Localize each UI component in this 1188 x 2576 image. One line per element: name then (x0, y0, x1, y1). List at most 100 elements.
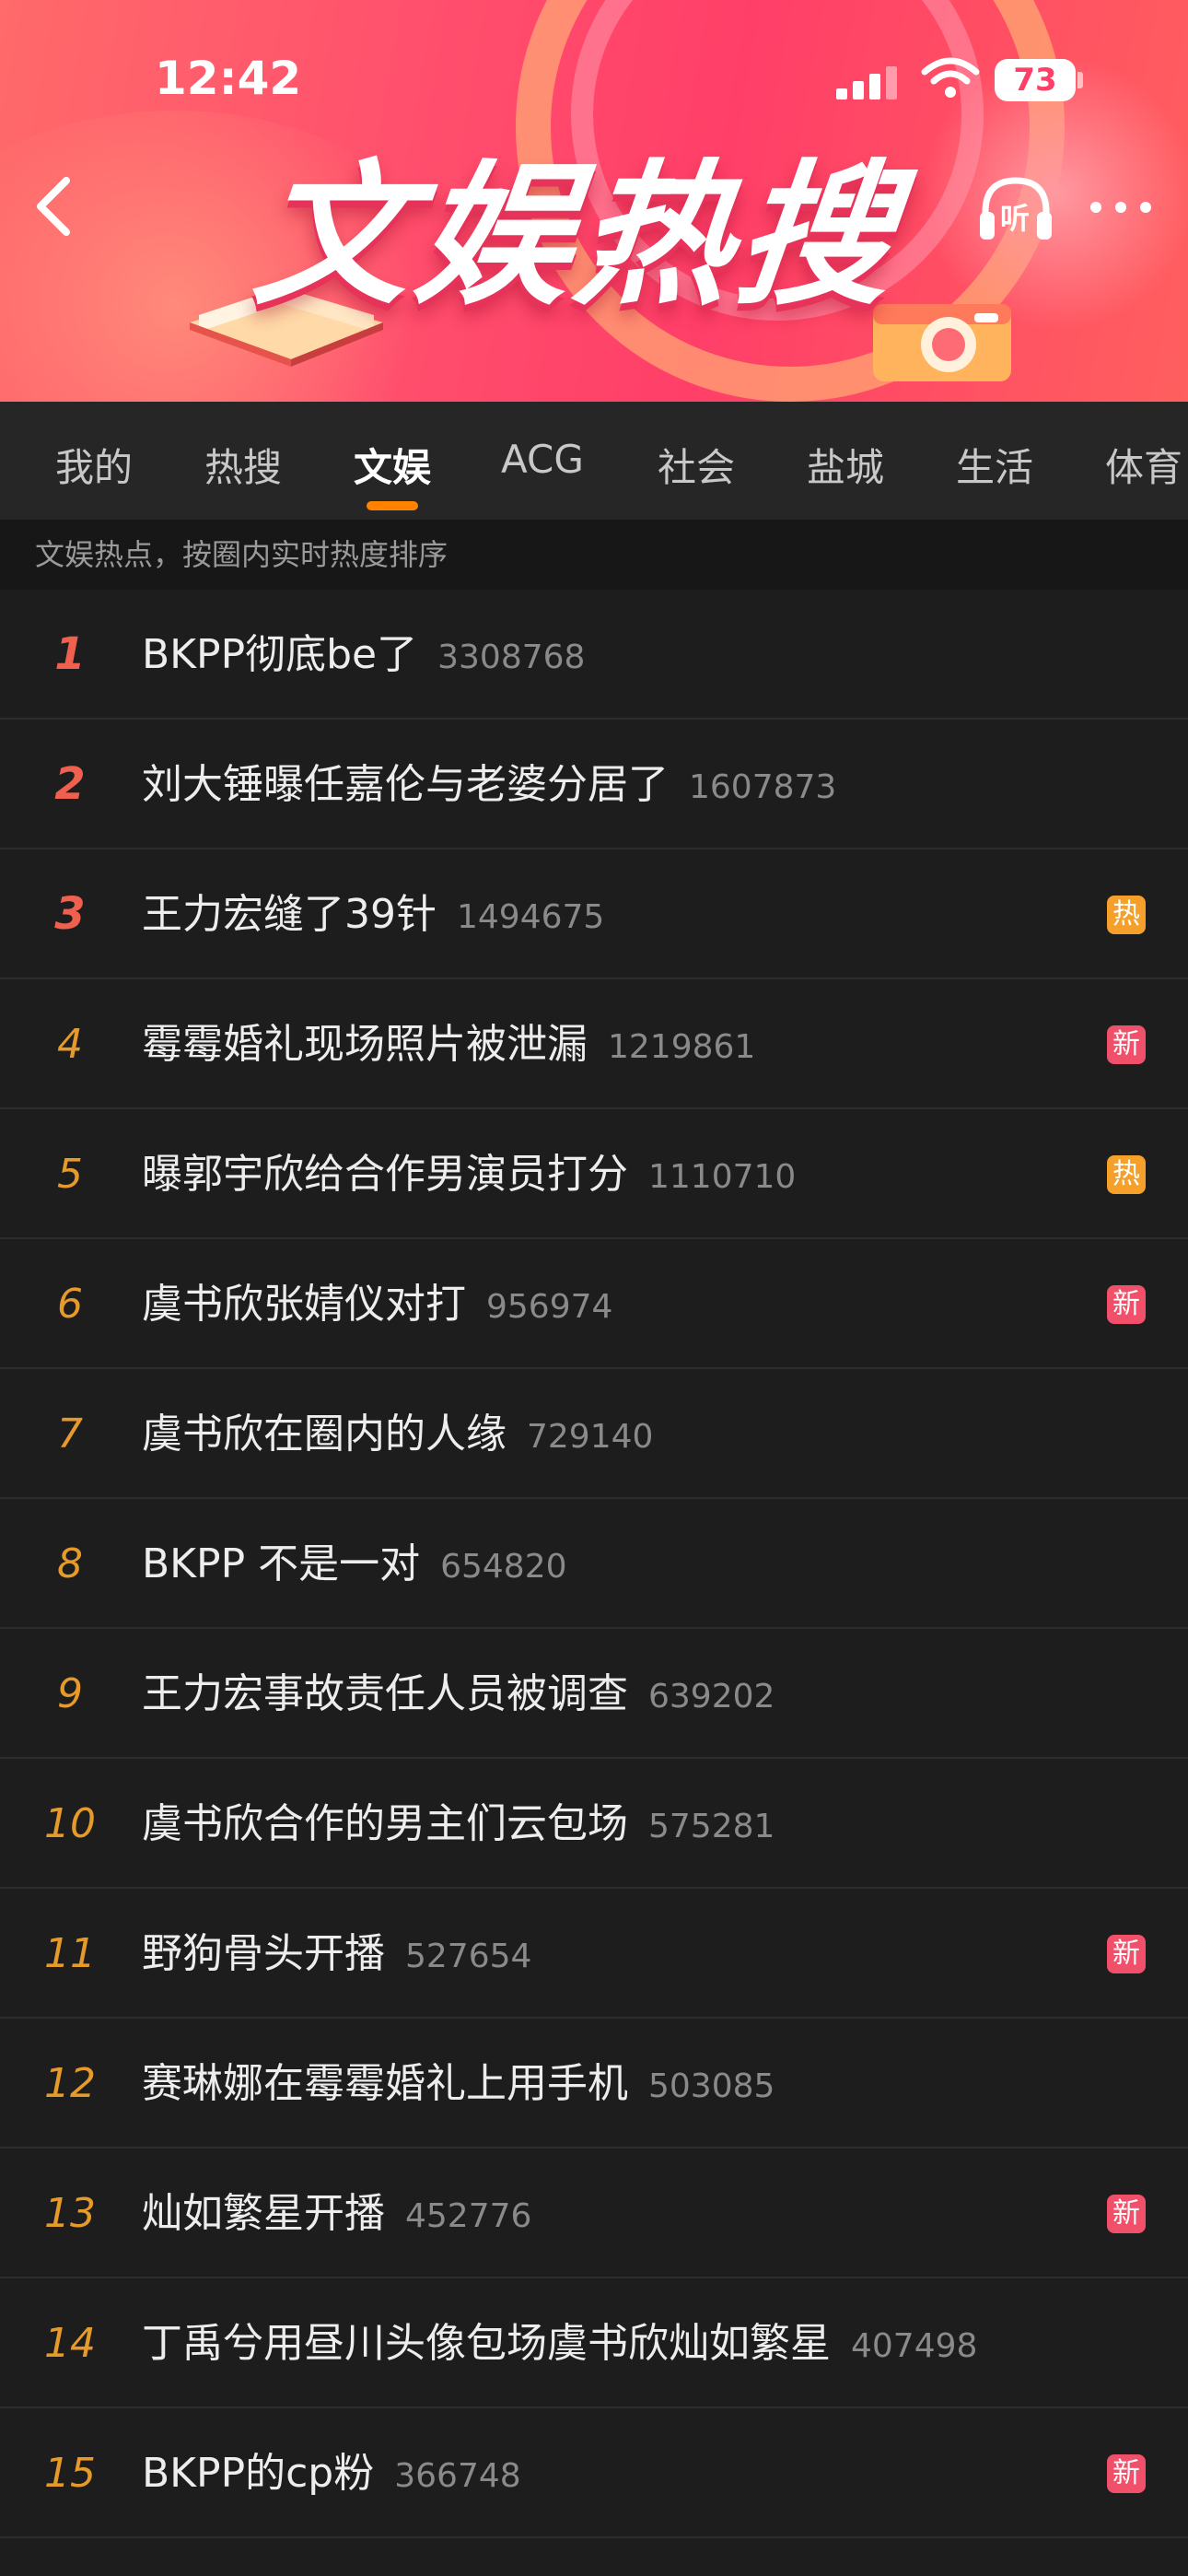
topic-title-wrap: 赛琳娜在霉霉婚礼上用手机 503085 (142, 2019, 775, 2149)
new-badge: 新 (1107, 2195, 1146, 2233)
topic-title-wrap: 虞书欣合作的男主们云包场 575281 (142, 1759, 775, 1889)
topic-title: 虞书欣在圈内的人缘 (142, 1411, 507, 1458)
rank-number: 13 (44, 2190, 96, 2237)
heat-count: 956974 (486, 1288, 613, 1326)
topic-title: 王力宏缝了39针 (142, 891, 437, 938)
list-item[interactable]: 15 BKPP的cp粉 366748 新 (0, 2408, 1188, 2538)
rank-number: 4 (57, 1021, 83, 1068)
tab-mine[interactable]: 我的 (55, 437, 133, 493)
list-description: 文娱热点，按圈内实时热度排序 (0, 520, 1188, 590)
topic-title-wrap: 灿如繁星开播 452776 (142, 2149, 531, 2278)
hot-badge: 热 (1107, 1155, 1146, 1194)
topic-title: BKPP彻底be了 (142, 631, 418, 678)
topic-title: 虞书欣张婧仪对打 (142, 1281, 466, 1328)
rank-number: 3 (54, 888, 86, 940)
topic-title: 曝郭宇欣给合作男演员打分 (142, 1151, 628, 1198)
topic-title-wrap: BKPP 不是一对 654820 (142, 1499, 567, 1629)
topic-title: 刘大锤曝任嘉伦与老婆分居了 (142, 761, 669, 808)
heat-count: 1494675 (457, 898, 605, 936)
heat-count: 527654 (405, 1938, 532, 1975)
topic-title-wrap: 曝郭宇欣给合作男演员打分 1110710 (142, 1109, 796, 1239)
heat-count: 366748 (394, 2457, 521, 2495)
list-item[interactable]: 3 王力宏缝了39针 1494675 热 (0, 849, 1188, 979)
list-item[interactable]: 13 灿如繁星开播 452776 新 (0, 2149, 1188, 2278)
topic-title-wrap: 虞书欣在圈内的人缘 729140 (142, 1369, 653, 1499)
listen-label: 听 (1000, 201, 1031, 236)
active-tab-indicator (367, 501, 418, 510)
topic-title-wrap: 王力宏缝了39针 1494675 (142, 849, 604, 979)
list-item[interactable]: 5 曝郭宇欣给合作男演员打分 1110710 热 (0, 1109, 1188, 1239)
topic-title: 霉霉婚礼现场照片被泄漏 (142, 1021, 588, 1068)
topic-title: 丁禹兮用昼川头像包场虞书欣灿如繁星 (142, 2320, 831, 2367)
topic-title: 虞书欣合作的男主们云包场 (142, 1800, 628, 1847)
hot-badge: 热 (1107, 896, 1146, 934)
tab-entertainment[interactable]: 文娱 (354, 437, 431, 493)
rank-number: 2 (54, 758, 86, 810)
rank-number: 8 (57, 1540, 83, 1587)
list-item[interactable]: 1 BKPP彻底be了 3308768 (0, 590, 1188, 720)
rank-number: 15 (44, 2450, 96, 2497)
rank-number: 6 (57, 1281, 83, 1328)
list-item[interactable]: 7 虞书欣在圈内的人缘 729140 (0, 1369, 1188, 1499)
tab-acg[interactable]: ACG (501, 437, 584, 482)
back-icon[interactable] (26, 170, 81, 243)
topic-title-wrap: 霉霉婚礼现场照片被泄漏 1219861 (142, 979, 755, 1109)
topic-title-wrap: BKPP彻底be了 3308768 (142, 590, 585, 720)
tab-society[interactable]: 社会 (658, 437, 735, 493)
topic-title: 王力宏事故责任人员被调查 (142, 1670, 628, 1717)
new-badge: 新 (1107, 2454, 1146, 2493)
wifi-icon (921, 57, 980, 98)
heat-count: 575281 (648, 1808, 775, 1845)
heat-count: 407498 (851, 2327, 978, 2365)
new-badge: 新 (1107, 1285, 1146, 1324)
topic-title: BKPP的cp粉 (142, 2450, 375, 2497)
status-bar: 12:42 73 (0, 0, 1188, 111)
heat-count: 1607873 (689, 768, 837, 806)
list-item[interactable]: 10 虞书欣合作的男主们云包场 575281 (0, 1759, 1188, 1889)
heat-count: 1219861 (608, 1028, 756, 1066)
heat-count: 729140 (527, 1418, 654, 1456)
rank-number: 5 (57, 1151, 83, 1198)
heat-count: 452776 (405, 2197, 532, 2235)
list-item[interactable]: 14 丁禹兮用昼川头像包场虞书欣灿如繁星 407498 (0, 2278, 1188, 2408)
tab-hot[interactable]: 热搜 (204, 437, 282, 493)
topic-title-wrap: 刘大锤曝任嘉伦与老婆分居了 1607873 (142, 720, 836, 849)
rank-number: 10 (44, 1800, 96, 1847)
listen-button[interactable]: 听 (974, 171, 1057, 245)
heat-count: 639202 (648, 1678, 775, 1715)
header-banner: 12:42 73 文娱热搜 听 (0, 0, 1188, 402)
list-item[interactable]: 11 野狗骨头开播 527654 新 (0, 1889, 1188, 2019)
heat-count: 1110710 (648, 1158, 797, 1196)
topic-title: 赛琳娜在霉霉婚礼上用手机 (142, 2060, 628, 2107)
topic-title-wrap: BKPP的cp粉 366748 (142, 2408, 521, 2538)
rank-number: 9 (57, 1670, 83, 1717)
topic-title-wrap: 丁禹兮用昼川头像包场虞书欣灿如繁星 407498 (142, 2278, 977, 2408)
heat-count: 654820 (440, 1548, 567, 1586)
rank-number: 1 (54, 628, 86, 680)
tab-yancheng[interactable]: 盐城 (807, 437, 884, 493)
more-icon[interactable] (1087, 193, 1155, 221)
heat-count: 503085 (648, 2067, 775, 2105)
heat-count: 3308768 (437, 638, 586, 676)
list-item[interactable]: 2 刘大锤曝任嘉伦与老婆分居了 1607873 (0, 720, 1188, 849)
list-item[interactable]: 9 王力宏事故责任人员被调查 639202 (0, 1629, 1188, 1759)
list-item[interactable]: 8 BKPP 不是一对 654820 (0, 1499, 1188, 1629)
rank-number: 14 (44, 2320, 96, 2367)
list-item[interactable]: 6 虞书欣张婧仪对打 956974 新 (0, 1239, 1188, 1369)
topic-title: BKPP 不是一对 (142, 1540, 421, 1587)
list-item[interactable]: 4 霉霉婚礼现场照片被泄漏 1219861 新 (0, 979, 1188, 1109)
list-item[interactable]: 12 赛琳娜在霉霉婚礼上用手机 503085 (0, 2019, 1188, 2149)
category-tabs: 我的 热搜 文娱 ACG 社会 盐城 生活 体育 (0, 402, 1188, 520)
battery-icon: 73 (995, 59, 1076, 101)
rank-number: 11 (44, 1930, 96, 1977)
page-title: 文娱热搜 (247, 146, 907, 326)
rank-number: 7 (57, 1411, 83, 1458)
new-badge: 新 (1107, 1025, 1146, 1064)
rank-number: 12 (44, 2060, 96, 2107)
hot-search-list: 1 BKPP彻底be了 3308768 2 刘大锤曝任嘉伦与老婆分居了 1607873 3 王… (0, 590, 1188, 2538)
new-badge: 新 (1107, 1935, 1146, 1973)
topic-title: 灿如繁星开播 (142, 2190, 385, 2237)
cellular-signal-icon (836, 64, 910, 100)
tab-life[interactable]: 生活 (956, 437, 1033, 493)
tab-sports[interactable]: 体育 (1105, 437, 1182, 493)
